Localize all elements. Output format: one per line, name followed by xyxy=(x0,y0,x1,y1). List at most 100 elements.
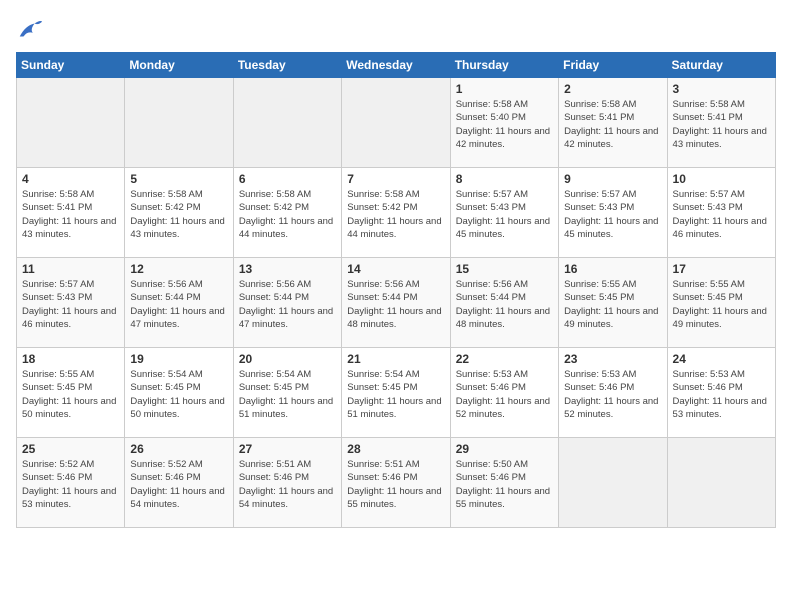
day-info: Sunrise: 5:56 AM Sunset: 5:44 PM Dayligh… xyxy=(130,278,227,331)
logo-bird-icon xyxy=(16,16,44,44)
day-cell: 9 Sunrise: 5:57 AM Sunset: 5:43 PM Daylig… xyxy=(559,168,667,258)
day-info: Sunrise: 5:53 AM Sunset: 5:46 PM Dayligh… xyxy=(456,368,553,421)
day-number: 17 xyxy=(673,262,770,276)
day-cell xyxy=(342,78,450,168)
calendar-table: SundayMondayTuesdayWednesdayThursdayFrid… xyxy=(16,52,776,528)
day-number: 22 xyxy=(456,352,553,366)
day-info: Sunrise: 5:52 AM Sunset: 5:46 PM Dayligh… xyxy=(130,458,227,511)
day-cell: 2 Sunrise: 5:58 AM Sunset: 5:41 PM Daylig… xyxy=(559,78,667,168)
day-info: Sunrise: 5:57 AM Sunset: 5:43 PM Dayligh… xyxy=(22,278,119,331)
day-number: 21 xyxy=(347,352,444,366)
day-cell: 15 Sunrise: 5:56 AM Sunset: 5:44 PM Dayli… xyxy=(450,258,558,348)
week-row-3: 11 Sunrise: 5:57 AM Sunset: 5:43 PM Dayli… xyxy=(17,258,776,348)
day-cell: 19Sunrise: 5:54 AM Sunset: 5:45 PM Dayli… xyxy=(125,348,233,438)
day-number: 23 xyxy=(564,352,661,366)
day-number: 8 xyxy=(456,172,553,186)
day-info: Sunrise: 5:56 AM Sunset: 5:44 PM Dayligh… xyxy=(347,278,444,331)
logo xyxy=(16,16,48,44)
day-number: 15 xyxy=(456,262,553,276)
day-info: Sunrise: 5:58 AM Sunset: 5:41 PM Dayligh… xyxy=(673,98,770,151)
day-cell: 4 Sunrise: 5:58 AM Sunset: 5:41 PM Daylig… xyxy=(17,168,125,258)
day-cell: 27 Sunrise: 5:51 AM Sunset: 5:46 PM Dayli… xyxy=(233,438,341,528)
day-cell: 16Sunrise: 5:55 AM Sunset: 5:45 PM Dayli… xyxy=(559,258,667,348)
day-info: Sunrise: 5:53 AM Sunset: 5:46 PM Dayligh… xyxy=(564,368,661,421)
day-info: Sunrise: 5:58 AM Sunset: 5:40 PM Dayligh… xyxy=(456,98,553,151)
header xyxy=(16,16,776,44)
day-info: Sunrise: 5:57 AM Sunset: 5:43 PM Dayligh… xyxy=(456,188,553,241)
day-info: Sunrise: 5:51 AM Sunset: 5:46 PM Dayligh… xyxy=(347,458,444,511)
day-number: 24 xyxy=(673,352,770,366)
week-row-5: 25 Sunrise: 5:52 AM Sunset: 5:46 PM Dayli… xyxy=(17,438,776,528)
day-number: 20 xyxy=(239,352,336,366)
day-cell xyxy=(125,78,233,168)
calendar-body: 1 Sunrise: 5:58 AM Sunset: 5:40 PM Daylig… xyxy=(17,78,776,528)
day-cell: 25 Sunrise: 5:52 AM Sunset: 5:46 PM Dayli… xyxy=(17,438,125,528)
day-info: Sunrise: 5:58 AM Sunset: 5:42 PM Dayligh… xyxy=(347,188,444,241)
day-number: 6 xyxy=(239,172,336,186)
day-cell: 7 Sunrise: 5:58 AM Sunset: 5:42 PM Daylig… xyxy=(342,168,450,258)
day-cell: 20 Sunrise: 5:54 AM Sunset: 5:45 PM Dayli… xyxy=(233,348,341,438)
day-info: Sunrise: 5:58 AM Sunset: 5:42 PM Dayligh… xyxy=(239,188,336,241)
day-cell: 1 Sunrise: 5:58 AM Sunset: 5:40 PM Daylig… xyxy=(450,78,558,168)
day-info: Sunrise: 5:55 AM Sunset: 5:45 PM Dayligh… xyxy=(22,368,119,421)
day-cell: 29 Sunrise: 5:50 AM Sunset: 5:46 PM Dayli… xyxy=(450,438,558,528)
day-number: 13 xyxy=(239,262,336,276)
day-info: Sunrise: 5:54 AM Sunset: 5:45 PM Dayligh… xyxy=(239,368,336,421)
day-number: 11 xyxy=(22,262,119,276)
week-row-2: 4 Sunrise: 5:58 AM Sunset: 5:41 PM Daylig… xyxy=(17,168,776,258)
day-cell: 14Sunrise: 5:56 AM Sunset: 5:44 PM Dayli… xyxy=(342,258,450,348)
day-cell: 28 Sunrise: 5:51 AM Sunset: 5:46 PM Dayli… xyxy=(342,438,450,528)
day-info: Sunrise: 5:58 AM Sunset: 5:41 PM Dayligh… xyxy=(564,98,661,151)
column-header-saturday: Saturday xyxy=(667,53,775,78)
week-row-1: 1 Sunrise: 5:58 AM Sunset: 5:40 PM Daylig… xyxy=(17,78,776,168)
day-info: Sunrise: 5:55 AM Sunset: 5:45 PM Dayligh… xyxy=(673,278,770,331)
day-info: Sunrise: 5:56 AM Sunset: 5:44 PM Dayligh… xyxy=(456,278,553,331)
day-number: 27 xyxy=(239,442,336,456)
day-number: 5 xyxy=(130,172,227,186)
day-cell xyxy=(667,438,775,528)
day-cell: 6 Sunrise: 5:58 AM Sunset: 5:42 PM Daylig… xyxy=(233,168,341,258)
day-info: Sunrise: 5:58 AM Sunset: 5:41 PM Dayligh… xyxy=(22,188,119,241)
day-cell xyxy=(559,438,667,528)
day-number: 28 xyxy=(347,442,444,456)
day-cell: 17 Sunrise: 5:55 AM Sunset: 5:45 PM Dayli… xyxy=(667,258,775,348)
day-info: Sunrise: 5:50 AM Sunset: 5:46 PM Dayligh… xyxy=(456,458,553,511)
day-number: 1 xyxy=(456,82,553,96)
day-number: 16 xyxy=(564,262,661,276)
day-cell: 22 Sunrise: 5:53 AM Sunset: 5:46 PM Dayli… xyxy=(450,348,558,438)
day-cell xyxy=(17,78,125,168)
calendar-header: SundayMondayTuesdayWednesdayThursdayFrid… xyxy=(17,53,776,78)
day-number: 19 xyxy=(130,352,227,366)
day-number: 10 xyxy=(673,172,770,186)
header-row: SundayMondayTuesdayWednesdayThursdayFrid… xyxy=(17,53,776,78)
day-number: 4 xyxy=(22,172,119,186)
day-number: 7 xyxy=(347,172,444,186)
day-cell: 10Sunrise: 5:57 AM Sunset: 5:43 PM Dayli… xyxy=(667,168,775,258)
day-info: Sunrise: 5:51 AM Sunset: 5:46 PM Dayligh… xyxy=(239,458,336,511)
day-info: Sunrise: 5:58 AM Sunset: 5:42 PM Dayligh… xyxy=(130,188,227,241)
day-cell: 12 Sunrise: 5:56 AM Sunset: 5:44 PM Dayli… xyxy=(125,258,233,348)
column-header-thursday: Thursday xyxy=(450,53,558,78)
day-number: 12 xyxy=(130,262,227,276)
day-info: Sunrise: 5:52 AM Sunset: 5:46 PM Dayligh… xyxy=(22,458,119,511)
day-number: 18 xyxy=(22,352,119,366)
day-cell: 21 Sunrise: 5:54 AM Sunset: 5:45 PM Dayli… xyxy=(342,348,450,438)
day-info: Sunrise: 5:53 AM Sunset: 5:46 PM Dayligh… xyxy=(673,368,770,421)
day-info: Sunrise: 5:56 AM Sunset: 5:44 PM Dayligh… xyxy=(239,278,336,331)
column-header-wednesday: Wednesday xyxy=(342,53,450,78)
column-header-friday: Friday xyxy=(559,53,667,78)
day-cell: 8 Sunrise: 5:57 AM Sunset: 5:43 PM Daylig… xyxy=(450,168,558,258)
day-number: 3 xyxy=(673,82,770,96)
day-cell: 5 Sunrise: 5:58 AM Sunset: 5:42 PM Daylig… xyxy=(125,168,233,258)
day-number: 2 xyxy=(564,82,661,96)
day-number: 9 xyxy=(564,172,661,186)
day-number: 25 xyxy=(22,442,119,456)
column-header-monday: Monday xyxy=(125,53,233,78)
day-number: 26 xyxy=(130,442,227,456)
day-info: Sunrise: 5:54 AM Sunset: 5:45 PM Dayligh… xyxy=(347,368,444,421)
day-cell: 23 Sunrise: 5:53 AM Sunset: 5:46 PM Dayli… xyxy=(559,348,667,438)
day-info: Sunrise: 5:57 AM Sunset: 5:43 PM Dayligh… xyxy=(564,188,661,241)
column-header-sunday: Sunday xyxy=(17,53,125,78)
day-cell: 18 Sunrise: 5:55 AM Sunset: 5:45 PM Dayli… xyxy=(17,348,125,438)
day-number: 29 xyxy=(456,442,553,456)
